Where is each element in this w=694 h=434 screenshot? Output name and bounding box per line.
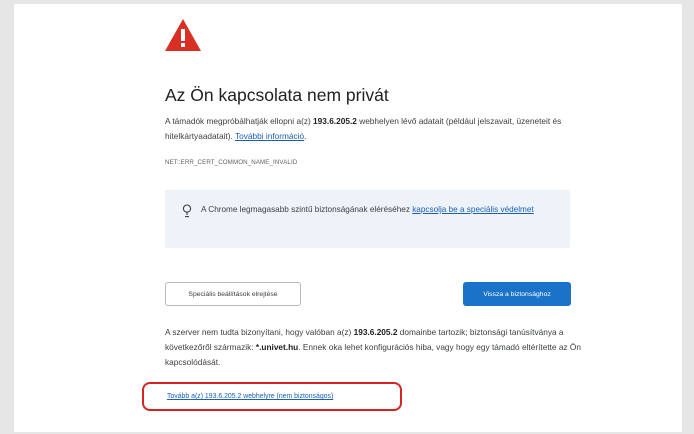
back-to-safety-button[interactable]: Vissza a biztonsághoz [463, 282, 571, 306]
learn-more-link[interactable]: További információ [235, 131, 304, 141]
warning-triangle-icon [165, 19, 201, 51]
enhanced-protection-message: A Chrome legmagasabb szintű biztonságána… [201, 205, 413, 214]
cert-domain: *.univet.hu [255, 342, 299, 352]
enhanced-protection-link[interactable]: kapcsolja be a speciális védelmet [412, 205, 534, 214]
interstitial-page: Az Ön kapcsolata nem privát A támadók me… [14, 4, 682, 432]
host-name: 193.6.205.2 [313, 116, 357, 126]
main-message-end: . [304, 131, 307, 141]
enhanced-protection-box: A Chrome legmagasabb szintű biztonságána… [165, 190, 570, 248]
lightbulb-icon [182, 204, 192, 218]
main-message: A támadók megpróbálhatják ellopni a(z) 1… [165, 114, 585, 144]
details-text: A szerver nem tudta bizonyítani, hogy va… [165, 327, 354, 337]
main-message-text: A támadók megpróbálhatják ellopni a(z) [165, 116, 314, 126]
advanced-details: A szerver nem tudta bizonyítani, hogy va… [165, 325, 595, 370]
hide-advanced-button[interactable]: Speciális beállítások elrejtése [165, 282, 301, 306]
details-host: 193.6.205.2 [353, 327, 398, 337]
error-code: NET::ERR_CERT_COMMON_NAME_INVALID [165, 159, 298, 166]
highlight-annotation [142, 382, 402, 411]
enhanced-protection-text: A Chrome legmagasabb szintű biztonságána… [201, 202, 561, 217]
page-title: Az Ön kapcsolata nem privát [165, 85, 389, 105]
